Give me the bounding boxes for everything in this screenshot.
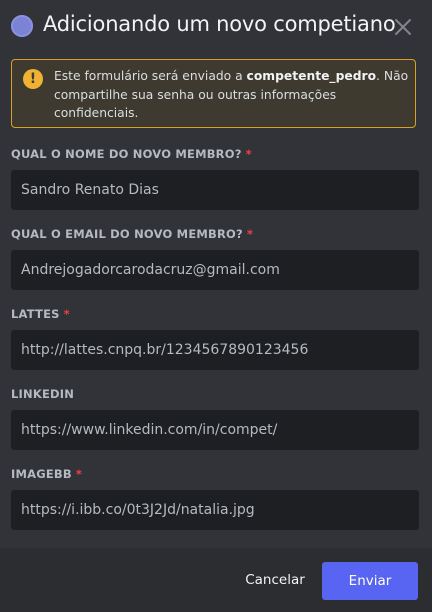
lattes-input[interactable]	[11, 330, 419, 370]
modal-footer: Cancelar Enviar	[0, 548, 432, 612]
field-label-text: LATTES	[11, 307, 60, 321]
field-label-email: QUAL O EMAIL DO NOVO MEMBRO? *	[11, 227, 253, 241]
warning-notice: ! Este formulário será enviado a compete…	[11, 59, 416, 128]
field-label-name: QUAL O NOME DO NOVO MEMBRO? *	[11, 147, 252, 161]
modal-header: Adicionando um novo competiano	[0, 0, 432, 54]
field-label-linkedin: LINKEDIN	[11, 387, 74, 401]
notice-username: competente_pedro	[246, 69, 377, 83]
field-label-text: LINKEDIN	[11, 387, 75, 401]
field-label-text: QUAL O NOME DO NOVO MEMBRO?	[11, 147, 242, 161]
field-label-text: IMAGEBB	[11, 467, 72, 481]
imagebb-input[interactable]	[11, 490, 419, 530]
email-input[interactable]	[11, 250, 419, 290]
field-label-lattes: LATTES *	[11, 307, 70, 321]
bot-avatar-icon	[11, 15, 33, 37]
required-marker: *	[245, 147, 252, 161]
field-label-text: QUAL O EMAIL DO NOVO MEMBRO?	[11, 227, 243, 241]
modal-title: Adicionando um novo competiano	[43, 12, 396, 36]
notice-text: Este formulário será enviado a competent…	[54, 67, 409, 123]
cancel-button[interactable]: Cancelar	[240, 566, 310, 594]
linkedin-input[interactable]	[11, 410, 419, 450]
submit-button[interactable]: Enviar	[322, 562, 418, 600]
field-label-imagebb: IMAGEBB *	[11, 467, 82, 481]
warning-icon: !	[23, 69, 43, 89]
close-icon[interactable]	[393, 17, 413, 37]
required-marker: *	[63, 307, 70, 321]
required-marker: *	[246, 227, 254, 241]
notice-text-before: Este formulário será enviado a	[54, 69, 247, 83]
name-input[interactable]	[11, 170, 419, 210]
required-marker: *	[75, 467, 83, 481]
